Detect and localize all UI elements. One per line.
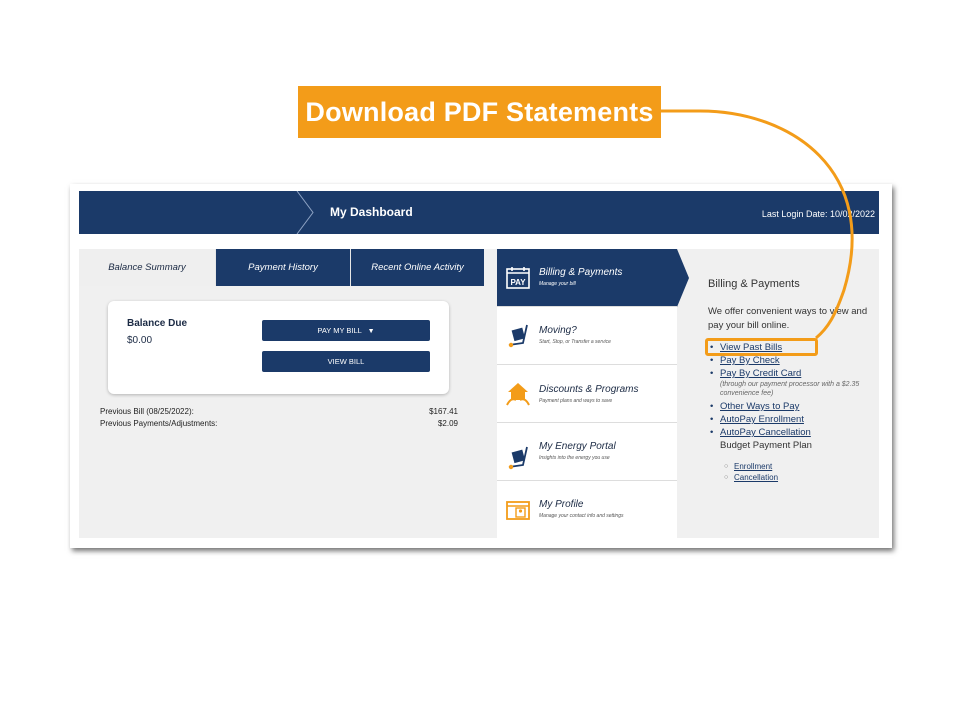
menu-item-discounts-programs[interactable]: Discounts & Programs Payment plans and w… xyxy=(497,365,677,423)
tab-payment-history[interactable]: Payment History xyxy=(216,249,351,286)
menu-subtitle: Payment plans and ways to save xyxy=(539,398,613,404)
menu-item-energy-portal[interactable]: My Energy Portal Insights into the energ… xyxy=(497,423,677,481)
budget-cancellation-link[interactable]: Cancellation xyxy=(734,473,778,482)
pay-by-credit-card-link[interactable]: Pay By Credit Card xyxy=(720,368,801,379)
dashboard-screenshot: My Dashboard Last Login Date: 10/02/2022… xyxy=(70,184,892,548)
list-item: • AutoPay Enrollment xyxy=(710,414,804,425)
previous-bill-label: Previous Bill (08/25/2022): xyxy=(100,407,194,416)
list-item: • Other Ways to Pay xyxy=(710,401,800,412)
list-item: • Pay By Credit Card xyxy=(710,368,802,379)
callout-label: Download PDF Statements xyxy=(298,86,661,138)
list-item: Budget Payment Plan xyxy=(708,439,879,452)
menu-item-billing-payments[interactable]: PAY Billing & Payments Manage your bill xyxy=(497,249,689,307)
hand-truck-icon xyxy=(508,446,528,470)
top-bar: My Dashboard Last Login Date: 10/02/2022 xyxy=(79,191,879,234)
menu-title: My Profile xyxy=(539,499,584,510)
menu-title: Moving? xyxy=(539,325,577,336)
pay-my-bill-label: PAY MY BILL xyxy=(317,326,362,335)
service-menu: PAY Billing & Payments Manage your bill … xyxy=(497,249,689,539)
active-arrow-icon xyxy=(677,249,689,307)
dashboard-content: Balance Summary Payment History Recent O… xyxy=(79,249,879,539)
panel-heading: Billing & Payments xyxy=(708,278,800,290)
tab-balance-summary[interactable]: Balance Summary xyxy=(79,249,216,286)
menu-subtitle: Manage your contact info and settings xyxy=(539,513,624,519)
menu-subtitle: Manage your bill xyxy=(539,281,576,287)
menu-item-moving[interactable]: Moving? Start, Stop, or Transfer a servi… xyxy=(497,307,677,365)
svg-text:PAY: PAY xyxy=(510,278,526,287)
previous-bill-value: $167.41 xyxy=(429,407,458,416)
balance-due-label: Balance Due xyxy=(127,318,188,329)
balance-tabs: Balance Summary Payment History Recent O… xyxy=(79,249,484,286)
list-item: • AutoPay Cancellation xyxy=(710,427,811,438)
billing-links-list: • View Past Bills • Pay By Check • Pay By C… xyxy=(708,341,879,452)
previous-payments-label: Previous Payments/Adjustments: xyxy=(100,419,218,428)
menu-title: Billing & Payments xyxy=(539,267,623,278)
previous-payments-row: Previous Payments/Adjustments: $2.09 xyxy=(100,419,458,428)
menu-item-my-profile[interactable]: My Profile Manage your contact info and … xyxy=(497,481,677,539)
balance-due-amount: $0.00 xyxy=(127,335,153,346)
budget-payment-plan-label: Budget Payment Plan xyxy=(720,440,812,451)
pay-by-check-link[interactable]: Pay By Check xyxy=(720,355,780,366)
view-bill-button[interactable]: VIEW BILL xyxy=(262,351,430,372)
previous-payments-value: $2.09 xyxy=(437,419,458,428)
credit-card-note: (through our payment processor with a $2… xyxy=(720,381,860,397)
balance-card: Balance Due $0.00 PAY MY BILL ▼ VIEW BIL… xyxy=(108,301,449,394)
profile-folder-icon xyxy=(506,501,530,520)
pay-calendar-icon: PAY xyxy=(506,267,530,289)
autopay-enrollment-link[interactable]: AutoPay Enrollment xyxy=(720,414,804,425)
pay-my-bill-button[interactable]: PAY MY BILL ▼ xyxy=(262,320,430,341)
highlight-box xyxy=(705,338,818,356)
previous-bill-row: Previous Bill (08/25/2022): $167.41 xyxy=(100,407,458,416)
autopay-cancellation-link[interactable]: AutoPay Cancellation xyxy=(720,427,811,438)
page-title: My Dashboard xyxy=(330,205,413,219)
panel-intro: We offer convenient ways to view and pay… xyxy=(708,306,868,331)
breadcrumb-chevron-icon xyxy=(296,191,314,234)
annotated-screenshot: Download PDF Statements My Dashboard Las… xyxy=(0,0,960,720)
menu-subtitle: Insights into the energy you use xyxy=(539,455,610,461)
budget-enrollment-link[interactable]: Enrollment xyxy=(734,462,772,471)
menu-title: Discounts & Programs xyxy=(539,384,639,395)
tab-recent-online-activity[interactable]: Recent Online Activity xyxy=(351,249,484,286)
menu-title: My Energy Portal xyxy=(539,441,616,452)
caret-down-icon: ▼ xyxy=(367,328,375,335)
house-hands-icon xyxy=(506,383,530,406)
billing-payments-panel: Billing & Payments We offer convenient w… xyxy=(708,249,879,538)
other-ways-to-pay-link[interactable]: Other Ways to Pay xyxy=(720,401,799,412)
list-item: ○ Cancellation xyxy=(724,473,779,482)
menu-subtitle: Start, Stop, or Transfer a service xyxy=(539,339,611,345)
hand-truck-icon xyxy=(508,324,528,348)
list-item: ○ Enrollment xyxy=(724,462,773,471)
last-login-date: Last Login Date: 10/02/2022 xyxy=(761,209,875,219)
budget-plan-sublist: ○ Enrollment ○ Cancellation xyxy=(708,461,778,483)
